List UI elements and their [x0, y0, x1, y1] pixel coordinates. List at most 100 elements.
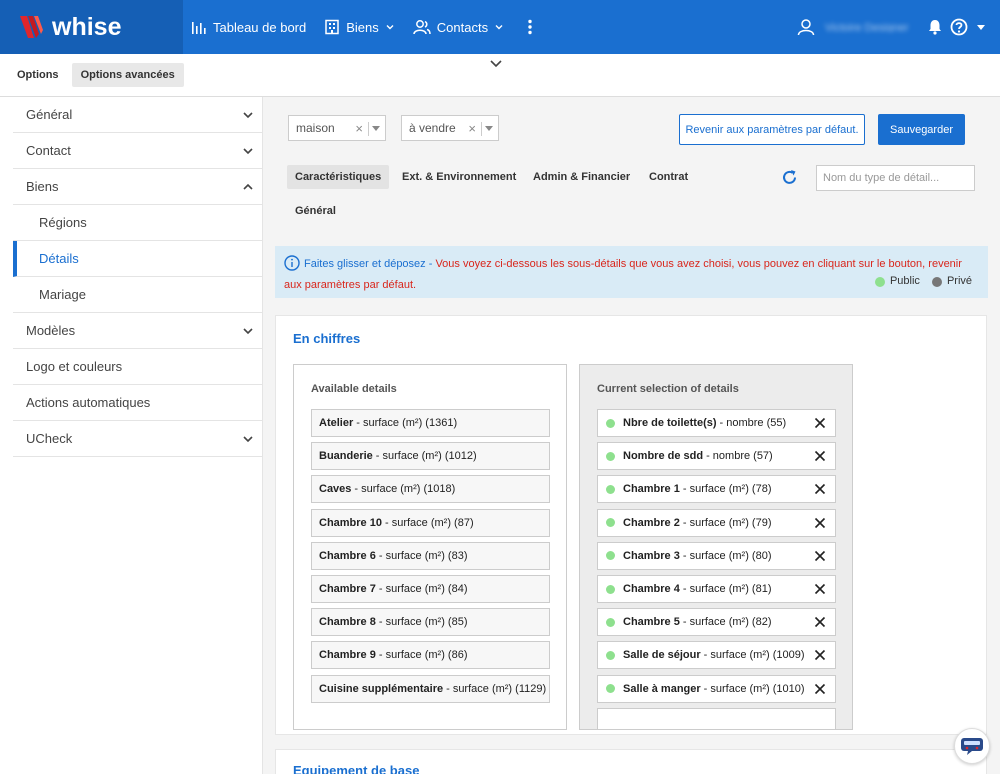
remove-close-icon[interactable] — [814, 649, 826, 664]
detail-desc: - surface (m²) (1361) — [356, 417, 458, 429]
property-type-select[interactable]: maison × — [288, 115, 386, 141]
available-detail-item[interactable]: Chambre 10- surface (m²) (87) — [311, 508, 550, 537]
sidebar-item-modeles[interactable]: Modèles — [13, 313, 262, 349]
kebab-menu-icon — [528, 19, 532, 35]
selected-detail-item[interactable]: Chambre 2- surface (m²) (79) — [597, 508, 836, 537]
available-detail-item[interactable]: Cuisine supplémentaire - surface (m²) (11… — [311, 674, 550, 703]
bell-icon[interactable] — [928, 19, 942, 35]
tab-admin-financier[interactable]: Admin & Financier — [525, 165, 638, 189]
detail-name: Atelier — [319, 417, 354, 429]
clear-icon[interactable]: × — [468, 121, 476, 136]
sidebar-item-label: Détails — [39, 251, 79, 266]
public-dot — [874, 276, 885, 287]
chevron-down-icon — [243, 111, 253, 118]
property-type-value: maison — [296, 121, 335, 135]
clear-icon[interactable]: × — [355, 121, 363, 136]
chevron-down-icon[interactable] — [489, 58, 503, 72]
sidebar-item-ucheck[interactable]: UCheck — [13, 421, 262, 457]
detail-name: Nombre de sdd — [623, 450, 704, 463]
users-icon — [413, 20, 431, 35]
section-equipement-de-base: Equipement de base — [275, 749, 987, 774]
selected-detail-item[interactable]: Chambre 3- surface (m²) (80) — [597, 541, 836, 570]
chevron-down-icon[interactable] — [976, 22, 986, 32]
nav-biens[interactable]: Biens — [324, 19, 395, 35]
available-details-title: Available details — [311, 383, 397, 395]
tab-contrat[interactable]: Contrat — [641, 165, 696, 189]
caret-down-icon[interactable] — [372, 126, 380, 131]
remove-close-icon[interactable] — [814, 616, 826, 631]
detail-name: Chambre 7 — [319, 583, 376, 595]
remove-close-icon[interactable] — [814, 583, 826, 598]
sidebar-item-contact[interactable]: Contact — [13, 133, 262, 169]
available-detail-item[interactable]: Buanderie - surface (m²) (1012) — [311, 442, 550, 471]
available-detail-item[interactable]: Chambre 6- surface (m²) (83) — [311, 541, 550, 570]
detail-name: Cuisine supplémentaire — [319, 682, 444, 695]
tab-caracteristiques[interactable]: Caractéristiques — [287, 165, 390, 189]
remove-close-icon[interactable] — [814, 683, 826, 698]
sidebar-item-biens[interactable]: Biens — [13, 169, 262, 205]
nav-dashboard[interactable]: Tableau de bord — [191, 19, 306, 35]
sidebar-item-label: Modèles — [26, 323, 76, 338]
available-detail-item[interactable]: Atelier - surface (m²) (1361) — [311, 409, 550, 437]
sidebar-item-label: Biens — [26, 179, 59, 194]
available-detail-item[interactable]: Chambre 8- surface (m²) (85) — [311, 608, 550, 637]
caret-down-icon[interactable] — [485, 126, 493, 131]
status-value: à vendre — [409, 121, 456, 135]
reset-defaults-button[interactable]: Revenir aux paramètres par défaut. — [679, 114, 865, 145]
available-detail-item[interactable]: Chambre 7- surface (m²) (84) — [311, 575, 550, 603]
selected-detail-item[interactable]: Nbre de toilette(s) - nombre (55) — [597, 409, 836, 437]
sidebar-item-mariage[interactable]: Mariage — [13, 277, 262, 313]
detail-desc: - surface (m²) (1012) — [375, 450, 477, 463]
selected-detail-item[interactable]: Chambre 5- surface (m²) (82) — [597, 608, 836, 637]
detail-name: Chambre 6 — [319, 549, 376, 562]
detail-desc: - surface (m²) (80) — [682, 549, 772, 562]
tab-options[interactable]: Options — [8, 63, 68, 87]
options-tabbar: Options Options avancées — [0, 54, 1000, 97]
legend-private-label: Privé — [946, 275, 972, 287]
sidebar-item-logo-couleurs[interactable]: Logo et couleurs — [13, 349, 262, 385]
sidebar-item-details[interactable]: Détails — [13, 241, 262, 277]
remove-close-icon[interactable] — [814, 483, 826, 498]
detail-type-search-input[interactable]: Nom du type de détail... — [816, 165, 975, 191]
sidebar-item-label: Général — [26, 107, 73, 122]
selected-detail-item[interactable]: Nombre de sdd - nombre (57) — [597, 442, 836, 471]
tab-general[interactable]: Général — [287, 199, 344, 223]
nav-contacts[interactable]: Contacts — [413, 19, 504, 35]
sidebar-item-regions[interactable]: Régions — [13, 205, 262, 241]
selected-detail-item[interactable]: Chambre 1- surface (m²) (78) — [597, 475, 836, 504]
more-menu-button[interactable] — [528, 19, 538, 35]
detail-desc: - surface (m²) (81) — [682, 583, 772, 595]
refresh-icon[interactable] — [781, 169, 798, 189]
selected-detail-item[interactable]: Chambre 4- surface (m²) (81) — [597, 575, 836, 603]
status-select[interactable]: à vendre × — [401, 115, 499, 141]
logo[interactable]: whise — [0, 0, 183, 54]
sidebar-item-general[interactable]: Général — [13, 97, 262, 133]
detail-name: Nbre de toilette(s) — [623, 417, 717, 429]
detail-name: Chambre 2 — [623, 516, 680, 529]
remove-close-icon[interactable] — [814, 450, 826, 465]
detail-desc: - surface (m²) (78) — [682, 483, 772, 496]
visibility-legend: Public Privé — [863, 273, 972, 290]
user-name[interactable]: Victoire Designer — [825, 22, 910, 32]
available-detail-item[interactable]: Chambre 9- surface (m²) (86) — [311, 641, 550, 670]
tab-options-avancees[interactable]: Options avancées — [71, 63, 184, 87]
sidebar-item-actions-automatiques[interactable]: Actions automatiques — [13, 385, 262, 421]
detail-desc: - surface (m²) (82) — [682, 616, 772, 629]
remove-close-icon[interactable] — [814, 417, 826, 432]
logo-text: whise — [52, 12, 122, 41]
public-status-dot — [606, 418, 615, 428]
selected-detail-item[interactable] — [597, 707, 836, 729]
selected-detail-item[interactable]: Salle de séjour - surface (m²) (1009) — [597, 641, 836, 670]
remove-close-icon[interactable] — [814, 550, 826, 565]
detail-desc: - surface (m²) (83) — [378, 549, 468, 562]
user-icon[interactable] — [797, 18, 815, 36]
detail-desc: - surface (m²) (87) — [384, 516, 474, 529]
chat-widget-button[interactable] — [954, 728, 990, 764]
tab-ext-environnement[interactable]: Ext. & Environnement — [394, 165, 524, 189]
help-icon[interactable] — [950, 18, 968, 36]
save-button[interactable]: Sauvegarder — [878, 114, 965, 145]
remove-close-icon[interactable] — [814, 517, 826, 532]
selected-detail-item[interactable]: Salle à manger - surface (m²) (1010) — [597, 674, 836, 703]
available-detail-item[interactable]: Caves - surface (m²) (1018) — [311, 475, 550, 504]
legend-public: Public — [874, 273, 920, 290]
